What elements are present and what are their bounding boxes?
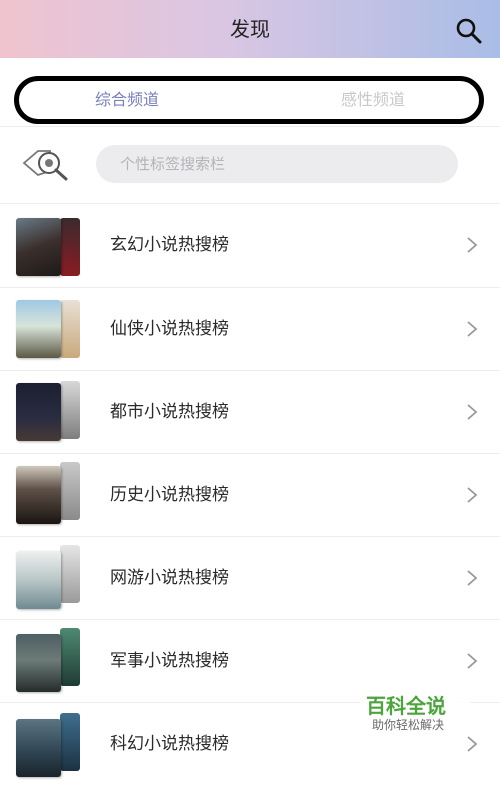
watermark-title: 百科全说: [366, 694, 446, 718]
tab-general-channel[interactable]: 综合频道: [95, 81, 159, 119]
book-cover-back: [60, 381, 80, 439]
watermark: 百科全说 助你轻松解决: [360, 688, 470, 736]
list-item-label: 仙侠小说热搜榜: [110, 319, 229, 339]
tab-emotional-channel[interactable]: 感性频道: [341, 81, 405, 119]
book-cover: [16, 719, 61, 777]
book-cover: [16, 300, 61, 358]
book-cover: [16, 634, 61, 692]
book-cover-back: [60, 300, 80, 358]
watermark-subtitle: 助你轻松解决: [372, 718, 445, 732]
chevron-right-icon: [467, 487, 478, 503]
book-cover-back: [60, 218, 80, 276]
chevron-right-icon: [467, 321, 478, 337]
header-bar: 发现: [0, 0, 500, 58]
tag-search-icon[interactable]: [20, 145, 70, 183]
book-cover-back: [60, 545, 80, 603]
list-item-label: 历史小说热搜榜: [110, 485, 229, 505]
channel-tabs: 综合频道 感性频道: [14, 76, 484, 124]
book-cover-back: [60, 628, 80, 686]
chevron-right-icon: [467, 404, 478, 420]
list-item-xuanhuan[interactable]: 玄幻小说热搜榜: [0, 204, 500, 287]
list-item-label: 网游小说热搜榜: [110, 568, 229, 588]
chevron-right-icon: [467, 653, 478, 669]
list-item-xianxia[interactable]: 仙侠小说热搜榜: [0, 288, 500, 371]
list-item-wangyou[interactable]: 网游小说热搜榜: [0, 537, 500, 620]
book-cover-back: [60, 462, 80, 520]
chevron-right-icon: [467, 237, 478, 253]
divider: [0, 126, 500, 127]
book-cover: [16, 551, 61, 609]
book-cover-back: [60, 713, 80, 771]
list-item-dushi[interactable]: 都市小说热搜榜: [0, 371, 500, 454]
list-item-label: 科幻小说热搜榜: [110, 734, 229, 754]
book-cover: [16, 383, 61, 441]
chevron-right-icon: [467, 736, 478, 752]
book-cover: [16, 218, 61, 276]
list-item-label: 军事小说热搜榜: [110, 651, 229, 671]
search-icon[interactable]: [455, 17, 483, 45]
tag-search-input[interactable]: 个性标签搜索栏: [96, 145, 458, 183]
list-item-label: 玄幻小说热搜榜: [110, 235, 229, 255]
page-title: 发现: [230, 17, 270, 41]
book-cover: [16, 466, 61, 524]
tag-search-placeholder: 个性标签搜索栏: [120, 155, 226, 173]
chevron-right-icon: [467, 570, 478, 586]
list-item-lishi[interactable]: 历史小说热搜榜: [0, 454, 500, 537]
list-item-label: 都市小说热搜榜: [110, 402, 229, 422]
